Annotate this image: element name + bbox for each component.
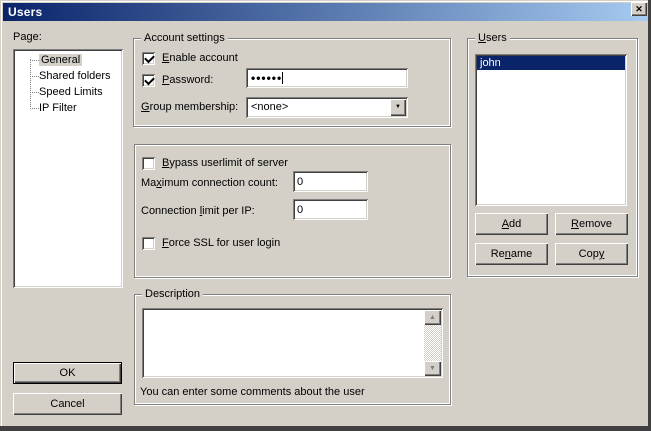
- description-field-frame: ▲ ▼: [142, 308, 443, 378]
- description-textarea[interactable]: [144, 310, 424, 376]
- bypass-userlimit-label: Bypass userlimit of server: [162, 157, 288, 170]
- arrow-down-icon: ▼: [429, 365, 436, 372]
- copy-button[interactable]: Copy: [555, 243, 628, 265]
- tree-item-label: General: [39, 54, 82, 66]
- cancel-button[interactable]: Cancel: [13, 393, 122, 415]
- close-icon: ✕: [635, 5, 643, 14]
- max-connections-label: Maximum connection count:: [141, 177, 278, 190]
- enable-account-checkbox[interactable]: [142, 52, 155, 65]
- ip-limit-input[interactable]: [293, 199, 368, 220]
- bypass-userlimit-checkbox[interactable]: [142, 157, 155, 170]
- description-title: Description: [142, 288, 203, 301]
- tree-items: General Shared folders Speed Limits IP F…: [15, 52, 121, 116]
- ok-button[interactable]: OK: [13, 362, 122, 384]
- vertical-scrollbar[interactable]: ▲ ▼: [424, 310, 441, 376]
- page-label: Page:: [13, 31, 42, 44]
- group-membership-select[interactable]: <none> ▼: [246, 97, 408, 118]
- add-button[interactable]: Add: [475, 213, 548, 235]
- page-tree: General Shared folders Speed Limits IP F…: [13, 49, 123, 288]
- chevron-down-icon: ▼: [395, 104, 401, 110]
- users-group-title: Users: [475, 32, 510, 45]
- scroll-down-button[interactable]: ▼: [424, 361, 441, 376]
- tree-item-general[interactable]: General: [15, 52, 121, 68]
- password-input[interactable]: ••••••: [246, 68, 408, 88]
- max-connections-input[interactable]: [293, 171, 368, 192]
- text-caret: [282, 72, 283, 84]
- remove-button[interactable]: Remove: [555, 213, 628, 235]
- tree-item-label: Shared folders: [39, 70, 111, 82]
- password-value: ••••••: [246, 68, 282, 88]
- window-border-bottom: [0, 426, 651, 431]
- tree-item-label: IP Filter: [39, 102, 77, 114]
- rename-button[interactable]: Rename: [475, 243, 548, 265]
- tree-item-ip-filter[interactable]: IP Filter: [15, 100, 121, 116]
- list-item-john[interactable]: john: [477, 56, 625, 70]
- tree-item-label: Speed Limits: [39, 86, 103, 98]
- users-dialog: Users ✕ Page: General Shared folders Spe…: [0, 0, 651, 431]
- users-listbox[interactable]: john: [475, 54, 627, 206]
- close-button[interactable]: ✕: [631, 2, 647, 16]
- group-membership-value: <none>: [251, 101, 288, 114]
- dropdown-button[interactable]: ▼: [390, 99, 406, 116]
- account-settings-title: Account settings: [141, 32, 228, 45]
- tree-item-shared-folders[interactable]: Shared folders: [15, 68, 121, 84]
- enable-account-label: Enable account: [162, 52, 238, 65]
- description-hint: You can enter some comments about the us…: [140, 386, 365, 399]
- scroll-up-button[interactable]: ▲: [424, 310, 441, 325]
- arrow-up-icon: ▲: [429, 314, 436, 321]
- force-ssl-checkbox[interactable]: [142, 237, 155, 250]
- force-ssl-label: Force SSL for user login: [162, 237, 280, 250]
- ip-limit-label: Connection limit per IP:: [141, 205, 255, 218]
- title-bar[interactable]: Users: [3, 3, 648, 21]
- window-title: Users: [8, 5, 42, 19]
- password-label: Password:: [162, 74, 213, 87]
- password-checkbox[interactable]: [142, 74, 155, 87]
- tree-item-speed-limits[interactable]: Speed Limits: [15, 84, 121, 100]
- group-membership-label: Group membership:: [141, 101, 238, 114]
